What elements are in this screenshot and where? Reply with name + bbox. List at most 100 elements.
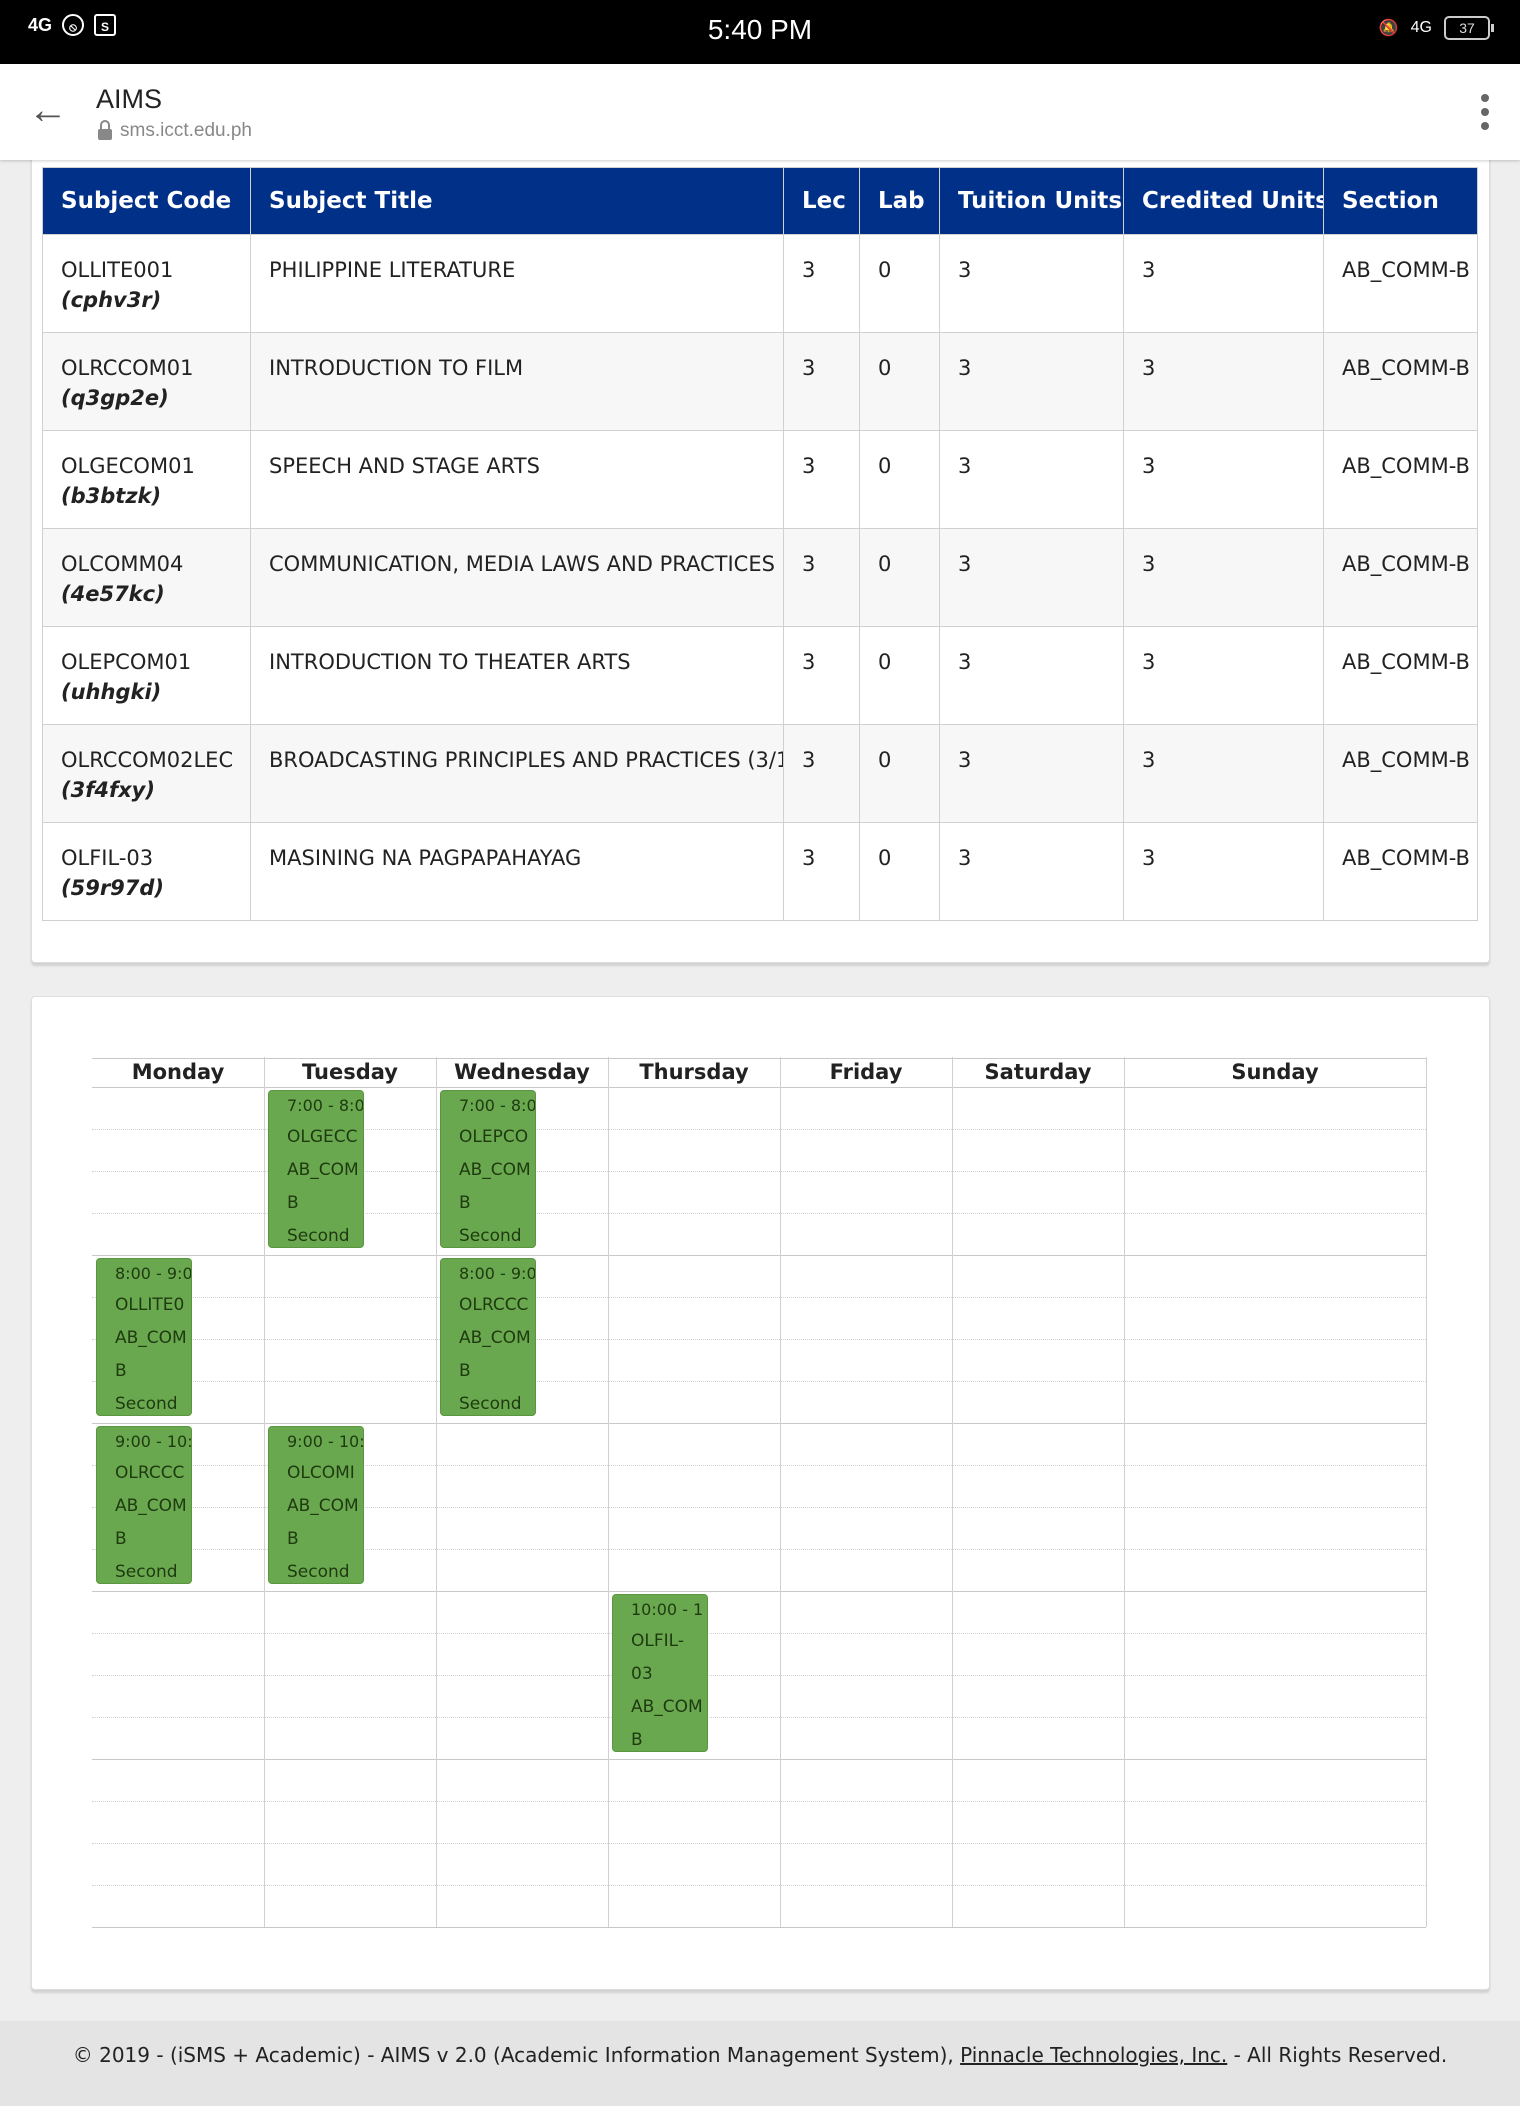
cell-subject-title: INTRODUCTION TO THEATER ARTS: [250, 626, 784, 725]
cell-subject-title: PHILIPPINE LITERATURE: [250, 234, 784, 333]
cell-subject-code: OLCOMM04 (4e57kc): [42, 528, 251, 627]
clock: 5:40 PM: [707, 14, 813, 45]
cell-subject-code: OLLITE001 (cphv3r): [42, 234, 251, 333]
event-detail: OLGECC: [287, 1127, 358, 1147]
day-header-tuesday: Tuesday: [302, 1060, 398, 1084]
cell-credited-units: 3: [1123, 430, 1324, 529]
grid-line: [92, 1591, 1426, 1592]
event-time: 9:00 - 10:: [115, 1432, 192, 1451]
cell-tuition-units: 3: [939, 528, 1124, 627]
cell-subject-code: OLRCCOM02LEC (3f4fxy): [42, 724, 251, 823]
cell-section: AB_COMM-B: [1323, 430, 1478, 529]
battery-icon: 37: [1444, 16, 1494, 40]
event-detail: B: [287, 1193, 299, 1213]
subject-class-code: (3f4fxy): [61, 778, 155, 802]
cell-subject-code: OLFIL-03 (59r97d): [42, 822, 251, 921]
schedule-event[interactable]: 8:00 - 9:0 OLRCCC AB_COM B Second: [440, 1258, 536, 1416]
event-detail: AB_COM: [287, 1160, 359, 1180]
table-row: OLRCCOM02LEC (3f4fxy) BROADCASTING PRINCIP…: [42, 724, 1478, 823]
event-detail: AB_COM: [115, 1328, 187, 1348]
footer-company-link[interactable]: Pinnacle Technologies, Inc.: [960, 2043, 1227, 2067]
cell-lec: 3: [783, 822, 860, 921]
cell-lab: 0: [859, 528, 940, 627]
event-detail: OLEPCO: [459, 1127, 529, 1147]
event-detail: OLRCCC: [459, 1295, 529, 1315]
grid-line: [92, 1339, 1426, 1340]
schedule-event[interactable]: 9:00 - 10: OLRCCC AB_COM B Second: [96, 1426, 192, 1584]
cell-lab: 0: [859, 626, 940, 725]
subject-code: OLEPCOM01: [61, 650, 192, 674]
subject-class-code: (uhhgki): [61, 680, 162, 704]
footer-copyright: © 2019 - (iSMS + Academic) - AIMS v 2.0 …: [72, 2043, 954, 2067]
subject-class-code: (59r97d): [61, 876, 165, 900]
cell-subject-title: INTRODUCTION TO FILM: [250, 332, 784, 431]
day-header-monday: Monday: [131, 1060, 225, 1084]
grid-line: [92, 1759, 1426, 1760]
grid-line: [92, 1843, 1426, 1844]
day-header-wednesday: Wednesday: [454, 1060, 590, 1084]
cell-tuition-units: 3: [939, 234, 1124, 333]
overflow-menu-icon[interactable]: [1480, 94, 1490, 134]
page-title: AIMS: [96, 84, 163, 114]
event-detail: Second: [115, 1562, 178, 1582]
subject-code: OLGECOM01: [61, 454, 195, 478]
header-credited-units: Credited Units: [1123, 167, 1324, 235]
header-subject-code: Subject Code: [42, 167, 251, 235]
schedule-event[interactable]: 9:00 - 10: OLCOMI AB_COM B Second: [268, 1426, 364, 1584]
grid-line: [92, 1675, 1426, 1676]
grid-column-line: [1426, 1057, 1427, 1927]
url-text: sms.icct.edu.ph: [120, 120, 252, 141]
footer-rights: - All Rights Reserved.: [1233, 2043, 1448, 2067]
event-detail: B: [459, 1361, 471, 1381]
grid-column-line: [608, 1057, 609, 1927]
event-detail: OLLITE0: [115, 1295, 185, 1315]
schedule-event[interactable]: 10:00 - 1 OLFIL- 03 AB_COM B: [612, 1594, 708, 1752]
event-detail: Second: [287, 1226, 350, 1246]
cell-tuition-units: 3: [939, 724, 1124, 823]
grid-column-line: [264, 1057, 265, 1927]
event-detail: OLRCCC: [115, 1463, 185, 1483]
signal-indicator: 4G: [1410, 19, 1432, 36]
event-detail: Second: [459, 1394, 522, 1414]
cell-section: AB_COMM-B: [1323, 528, 1478, 627]
schedule-event[interactable]: 7:00 - 8:0 OLEPCO AB_COM B Second: [440, 1090, 536, 1248]
cell-credited-units: 3: [1123, 528, 1324, 627]
grid-column-line: [780, 1057, 781, 1927]
cell-lec: 3: [783, 332, 860, 431]
table-row: OLFIL-03 (59r97d) MASINING NA PAGPAPAHAYAG…: [42, 822, 1478, 921]
subject-class-code: (4e57kc): [61, 582, 165, 606]
cell-lab: 0: [859, 430, 940, 529]
event-detail: AB_COM: [115, 1496, 187, 1516]
back-arrow-icon[interactable]: ←: [26, 88, 70, 132]
subject-code: OLRCCOM02LEC: [61, 748, 234, 772]
subject-code: OLFIL-03: [61, 846, 154, 870]
cell-tuition-units: 3: [939, 822, 1124, 921]
subject-class-code: (q3gp2e): [61, 386, 169, 410]
cell-lab: 0: [859, 332, 940, 431]
grid-line: [92, 1633, 1426, 1634]
schedule-event[interactable]: 8:00 - 9:0 OLLITE0 AB_COM B Second: [96, 1258, 192, 1416]
subject-class-code: (cphv3r): [61, 288, 162, 312]
grid-line: [92, 1423, 1426, 1424]
cell-section: AB_COMM-B: [1323, 724, 1478, 823]
cell-section: AB_COMM-B: [1323, 626, 1478, 725]
event-detail: AB_COM: [287, 1496, 359, 1516]
cell-lab: 0: [859, 234, 940, 333]
subject-code: OLCOMM04: [61, 552, 184, 576]
event-detail: Second: [287, 1562, 350, 1582]
cell-lec: 3: [783, 724, 860, 823]
grid-line: [92, 1885, 1426, 1886]
event-time: 7:00 - 8:0: [459, 1096, 536, 1115]
event-detail: B: [115, 1361, 127, 1381]
cell-section: AB_COMM-B: [1323, 332, 1478, 431]
event-detail: B: [287, 1529, 299, 1549]
header-subject-title: Subject Title: [250, 167, 784, 235]
event-time: 8:00 - 9:0: [459, 1264, 536, 1283]
schedule-event[interactable]: 7:00 - 8:0 OLGECC AB_COM B Second: [268, 1090, 364, 1248]
table-row: OLCOMM04 (4e57kc) COMMUNICATION, MEDIA LAW…: [42, 528, 1478, 627]
event-detail: B: [631, 1730, 643, 1750]
cell-section: AB_COMM-B: [1323, 822, 1478, 921]
event-detail: OLFIL-: [631, 1631, 684, 1651]
cell-subject-code: OLEPCOM01 (uhhgki): [42, 626, 251, 725]
header-tuition-units: Tuition Units: [939, 167, 1124, 235]
